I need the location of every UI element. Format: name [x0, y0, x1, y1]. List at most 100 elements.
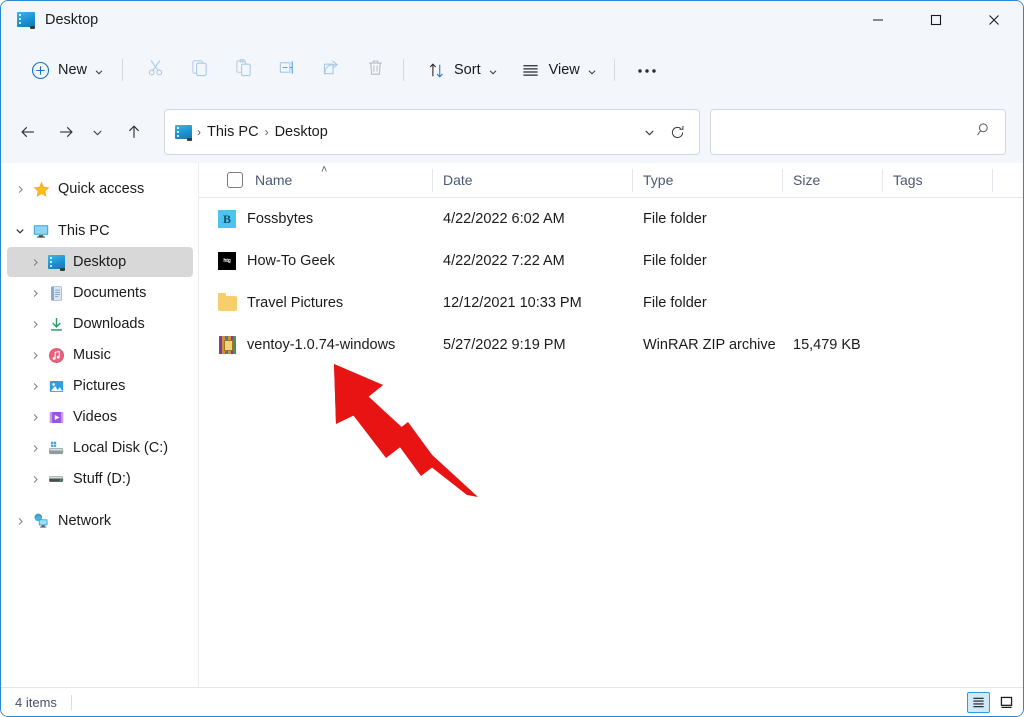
status-bar: 4 items: [1, 687, 1023, 716]
file-name-cell: B Fossbytes: [203, 209, 437, 229]
command-bar: New Sort View: [1, 39, 1023, 101]
sidebar-item-quick-access[interactable]: Quick access: [7, 174, 193, 204]
sort-ascending-icon: ˄: [321, 163, 328, 176]
sidebar-item-local-disk-c[interactable]: Local Disk (C:): [7, 433, 193, 463]
table-row[interactable]: htg How-To Geek 4/22/2022 7:22 AM File f…: [203, 240, 1019, 282]
file-type: File folder: [643, 211, 707, 227]
column-headers: Name ˄ Date Type Size Tags: [199, 163, 1023, 198]
maximize-icon[interactable]: [907, 1, 965, 39]
file-date: 12/12/2021 10:33 PM: [443, 295, 582, 311]
back-arrow-icon[interactable]: [11, 115, 45, 149]
sidebar-item-this-pc[interactable]: This PC: [7, 216, 193, 246]
sort-button[interactable]: Sort: [416, 52, 507, 88]
search-input[interactable]: [723, 124, 976, 140]
chevron-right-icon[interactable]: [24, 437, 46, 459]
sidebar-item-label: Music: [73, 347, 111, 363]
delete-button[interactable]: [355, 52, 395, 88]
rename-icon: [278, 58, 297, 82]
sidebar-item-desktop[interactable]: Desktop: [7, 247, 193, 277]
address-bar[interactable]: › This PC › Desktop: [164, 109, 700, 155]
table-row[interactable]: Travel Pictures 12/12/2021 10:33 PM File…: [203, 282, 1019, 324]
chevron-down-icon[interactable]: [9, 220, 31, 242]
previous-locations-icon[interactable]: [635, 117, 663, 147]
sidebar-item-label: Videos: [73, 409, 118, 425]
toolbar-divider: [403, 59, 405, 81]
chevron-right-icon[interactable]: [24, 375, 46, 397]
rename-button[interactable]: [267, 52, 307, 88]
desktop-icon: [17, 12, 35, 29]
pictures-icon: [46, 376, 66, 396]
sidebar-item-stuff-d[interactable]: Stuff (D:): [7, 464, 193, 494]
file-name: Fossbytes: [247, 211, 314, 227]
navigation-bar: › This PC › Desktop: [1, 101, 1023, 163]
chevron-right-icon[interactable]: [24, 282, 46, 304]
harddrive-icon: [46, 469, 66, 489]
table-row[interactable]: B Fossbytes 4/22/2022 6:02 AM File folde…: [203, 198, 1019, 240]
column-header-name[interactable]: Name ˄: [199, 163, 433, 198]
cut-button[interactable]: [135, 52, 175, 88]
share-icon: [322, 58, 341, 82]
ellipsis-icon: [637, 61, 657, 79]
sidebar-item-downloads[interactable]: Downloads: [7, 309, 193, 339]
sidebar-item-music[interactable]: Music: [7, 340, 193, 370]
new-button[interactable]: New: [23, 52, 114, 88]
toolbar-divider: [613, 59, 615, 81]
desktop-icon: [175, 125, 192, 141]
recent-locations-icon[interactable]: [85, 115, 109, 149]
sidebar-item-documents[interactable]: Documents: [7, 278, 193, 308]
chevron-right-icon[interactable]: [9, 510, 31, 532]
howtogeek-folder-icon: htg: [217, 251, 237, 271]
chevron-right-icon[interactable]: [24, 251, 46, 273]
forward-arrow-icon[interactable]: [49, 115, 83, 149]
sidebar-item-videos[interactable]: Videos: [7, 402, 193, 432]
refresh-icon[interactable]: [663, 117, 691, 147]
videos-icon: [46, 407, 66, 427]
minimize-icon[interactable]: [849, 1, 907, 39]
star-icon: [31, 179, 51, 199]
harddrive-system-icon: [46, 438, 66, 458]
file-size: 15,479 KB: [793, 337, 861, 353]
large-icons-view-toggle[interactable]: [995, 692, 1018, 713]
status-divider: [70, 694, 72, 710]
folder-icon: [217, 293, 237, 313]
details-view-toggle[interactable]: [967, 691, 990, 713]
view-button-label: View: [548, 62, 580, 78]
view-button[interactable]: View: [511, 52, 606, 88]
table-row[interactable]: ventoy-1.0.74-windows 5/27/2022 9:19 PM …: [203, 324, 1019, 366]
chevron-right-icon[interactable]: [24, 406, 46, 428]
window-controls: [849, 1, 1023, 39]
sidebar-item-pictures[interactable]: Pictures: [7, 371, 193, 401]
breadcrumb-this-pc[interactable]: This PC: [202, 120, 264, 144]
column-header-type[interactable]: Type: [633, 163, 783, 198]
chevron-right-icon[interactable]: [24, 313, 46, 335]
file-date: 4/22/2022 7:22 AM: [443, 253, 565, 269]
up-arrow-icon[interactable]: [117, 115, 151, 149]
download-icon: [46, 314, 66, 334]
column-header-size[interactable]: Size: [783, 163, 883, 198]
navigation-pane[interactable]: Quick access This PC Desktop Documents D…: [1, 163, 199, 687]
file-explorer-window: Desktop New Sort View › This PC › Deskto…: [0, 0, 1024, 717]
column-header-label: Tags: [893, 172, 923, 188]
chevron-down-icon: [587, 65, 597, 75]
sidebar-item-label: Documents: [73, 285, 147, 301]
sidebar-item-label: Pictures: [73, 378, 126, 394]
select-all-checkbox[interactable]: [227, 172, 243, 188]
close-icon[interactable]: [965, 1, 1023, 39]
more-button[interactable]: [627, 52, 667, 88]
column-header-tags[interactable]: Tags: [883, 163, 993, 198]
file-type: File folder: [643, 253, 707, 269]
column-header-date[interactable]: Date: [433, 163, 633, 198]
copy-button[interactable]: [179, 52, 219, 88]
paste-button[interactable]: [223, 52, 263, 88]
chevron-right-icon[interactable]: [24, 344, 46, 366]
search-box[interactable]: [710, 109, 1006, 155]
sidebar-item-network[interactable]: Network: [7, 506, 193, 536]
chevron-right-icon[interactable]: [24, 468, 46, 490]
file-name: ventoy-1.0.74-windows: [247, 337, 396, 353]
share-button[interactable]: [311, 52, 351, 88]
breadcrumb-desktop[interactable]: Desktop: [270, 120, 333, 144]
chevron-right-icon[interactable]: [9, 178, 31, 200]
toolbar-divider: [122, 59, 124, 81]
file-name-cell: Travel Pictures: [203, 293, 437, 313]
file-name: Travel Pictures: [247, 295, 344, 311]
